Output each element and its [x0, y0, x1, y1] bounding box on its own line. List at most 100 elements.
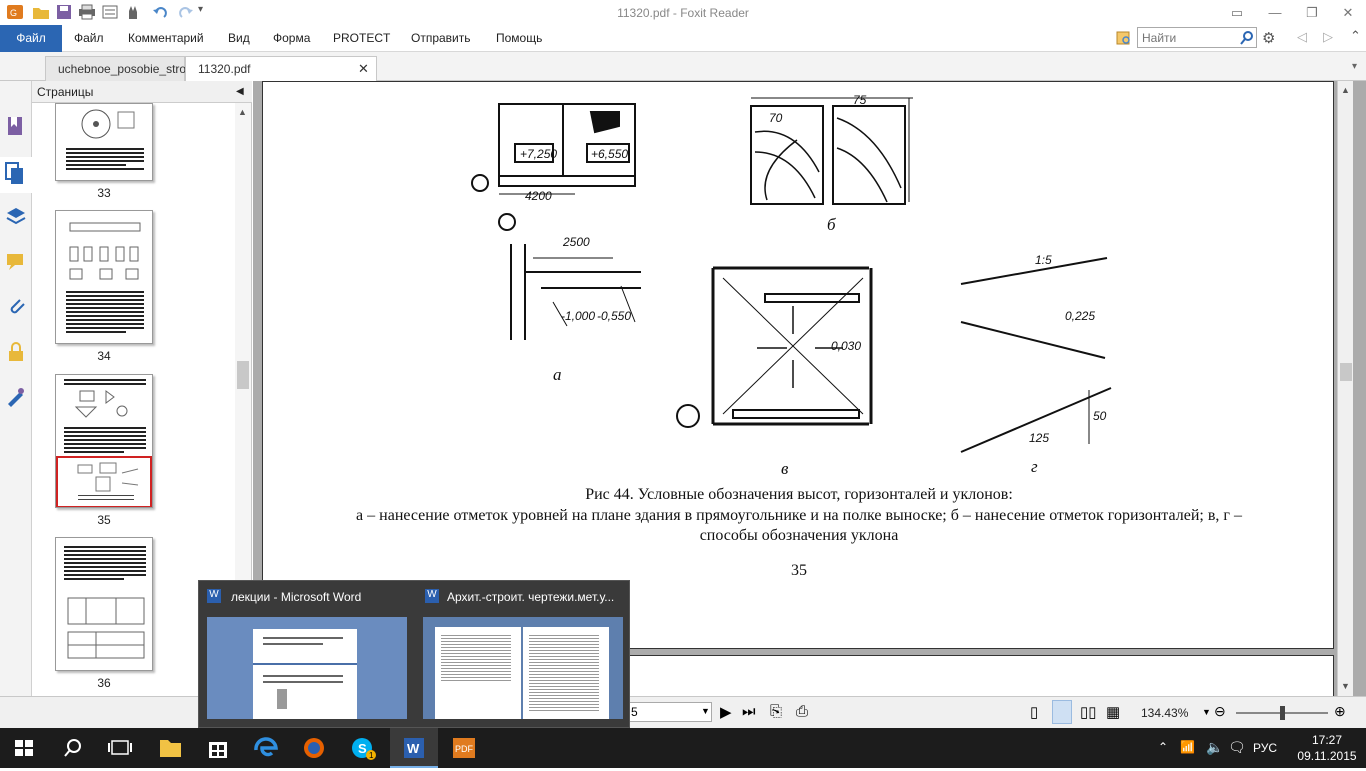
ribbon-toggle-icon[interactable]: ▭ [1217, 0, 1257, 25]
search-box [1137, 27, 1257, 48]
show-hidden-icons-icon[interactable]: ⌃ [1158, 740, 1168, 754]
continuous-page-icon[interactable] [1052, 700, 1072, 724]
notifications-icon[interactable]: 🗨 [1228, 739, 1246, 756]
close-tab-icon[interactable]: ✕ [358, 57, 369, 81]
next-result-icon[interactable]: ▷ [1323, 29, 1333, 45]
page-thumbnail-35[interactable] [55, 374, 153, 508]
document-scrollbar[interactable]: ▲ ▼ [1337, 81, 1353, 696]
continuous-facing-icon[interactable]: ▦ [1106, 703, 1120, 721]
tab-11320-pdf[interactable]: 11320.pdf ✕ [185, 56, 377, 81]
page-number-field[interactable]: 5 ▼ [620, 702, 712, 722]
word-taskbar-icon[interactable]: W [390, 728, 438, 768]
rotate-view-icon[interactable]: ⎙ [796, 703, 808, 720]
page-number: 35 [791, 562, 807, 579]
menu-send[interactable]: Отправить [411, 25, 471, 52]
close-button[interactable]: ✕ [1328, 0, 1366, 25]
zoom-dropdown-icon[interactable]: ▼ [1202, 707, 1211, 717]
language-indicator[interactable]: РУС [1253, 741, 1277, 755]
layers-icon[interactable] [5, 205, 27, 227]
next-page-icon[interactable]: ▶ [720, 703, 732, 721]
pages-panel-icon[interactable] [0, 157, 32, 193]
page-thumbnail-33[interactable] [55, 103, 153, 181]
gear-icon[interactable]: ⚙ [1262, 29, 1282, 47]
comments-icon[interactable] [5, 251, 27, 273]
tab-label: 11320.pdf [198, 62, 251, 76]
mark-7250: +7,250 [520, 147, 557, 161]
skype-icon[interactable]: S1 [338, 728, 386, 768]
page-number-36: 36 [97, 676, 111, 690]
search-icon[interactable] [1239, 30, 1255, 46]
zoom-in-icon[interactable]: ⊕ [1334, 703, 1346, 720]
single-page-icon[interactable]: ▯ [1030, 703, 1038, 721]
zoom-slider[interactable] [1236, 706, 1328, 720]
svg-text:S: S [358, 741, 367, 756]
foxit-taskbar-icon[interactable]: PDF [440, 728, 488, 768]
zoom-out-icon[interactable]: ⊖ [1214, 703, 1226, 720]
preview-thumbnail-drawings[interactable] [423, 617, 623, 719]
collapse-panel-icon[interactable]: ◀ [236, 81, 244, 103]
file-explorer-icon[interactable] [146, 728, 194, 768]
page-number-33: 33 [97, 186, 111, 200]
store-icon[interactable] [194, 728, 242, 768]
figure-caption-title: Рис 44. Условные обозначения высот, гори… [585, 486, 1013, 503]
scroll-thumb[interactable] [237, 361, 249, 389]
edge-icon[interactable] [242, 728, 290, 768]
word-icon: W [207, 589, 221, 603]
figure-label-a: а [553, 365, 562, 384]
dim-4200: 4200 [525, 189, 552, 203]
menu-protect[interactable]: PROTECT [333, 25, 390, 52]
title-bar: G ▾ 11320.pdf - Foxit Reader ▭ — ❐ ✕ [0, 0, 1366, 25]
mark-0030: 0,030 [831, 339, 861, 353]
search-taskbar-icon[interactable] [48, 728, 96, 768]
menu-help[interactable]: Помощь [496, 25, 542, 52]
search-input[interactable] [1142, 30, 1238, 45]
menu-form[interactable]: Форма [273, 25, 310, 52]
collapse-ribbon-icon[interactable]: ⌃ [1350, 28, 1361, 44]
search-options-icon[interactable] [1116, 30, 1132, 46]
facing-pages-icon[interactable]: ▯▯ [1080, 703, 1097, 721]
previous-result-icon[interactable]: ◁ [1297, 29, 1307, 45]
clock-date[interactable]: 09.11.2015 [1294, 749, 1360, 763]
attachments-icon[interactable] [5, 295, 27, 317]
menu-comment[interactable]: Комментарий [128, 25, 204, 52]
figure-caption-body: а – нанесение отметок уровней на плане з… [356, 507, 1242, 544]
signature-icon[interactable] [5, 385, 27, 407]
figure-label-g: г [1031, 457, 1038, 476]
pdf-page: +7,250 +6,550 4200 2500 -1,000 -0,550 0,… [262, 81, 1334, 649]
pages-panel-header: Страницы ◀ [32, 81, 252, 103]
zoom-level[interactable]: 134.43% [1141, 706, 1188, 720]
page-thumbnail-34[interactable] [55, 210, 153, 344]
doc-scroll-thumb[interactable] [1340, 363, 1352, 381]
tab-label: uchebnoe_posobie_stro... [58, 62, 197, 76]
volume-icon[interactable]: 🔈 [1206, 739, 1223, 756]
tab-uchebnoe-posobie[interactable]: uchebnoe_posobie_stro... [45, 56, 196, 81]
restore-button[interactable]: ❐ [1292, 0, 1332, 25]
contour-70: 70 [769, 111, 783, 125]
preview-title-lectures[interactable]: лекции - Microsoft Word [231, 590, 411, 604]
preview-thumbnail-lectures[interactable] [207, 617, 407, 719]
bookmark-icon[interactable] [5, 115, 27, 137]
preview-title-drawings[interactable]: Архит.-строит. чертежи.мет.у... [447, 590, 625, 604]
menu-file[interactable]: Файл [0, 25, 62, 52]
page-extract-icon[interactable]: ⎘ [770, 703, 782, 720]
doc-scroll-up-icon[interactable]: ▲ [1341, 85, 1350, 95]
last-page-icon[interactable]: ⏭ [742, 703, 756, 720]
figure-label-b: б [827, 215, 836, 234]
security-lock-icon[interactable] [5, 341, 27, 363]
task-view-icon[interactable] [96, 728, 144, 768]
doc-scroll-down-icon[interactable]: ▼ [1341, 681, 1350, 691]
page-dropdown-icon[interactable]: ▼ [701, 706, 710, 716]
firefox-icon[interactable] [290, 728, 338, 768]
menu-view[interactable]: Вид [228, 25, 250, 52]
zoom-slider-thumb[interactable] [1280, 706, 1285, 720]
network-icon[interactable]: 📶 [1180, 740, 1195, 754]
scroll-up-icon[interactable]: ▲ [238, 107, 247, 117]
start-button[interactable] [0, 728, 48, 768]
tab-list-icon[interactable]: ▾ [1352, 61, 1357, 72]
word-icon: W [425, 589, 439, 603]
page-thumbnail-36[interactable] [55, 537, 153, 671]
menu-file-2[interactable]: Файл [74, 25, 104, 52]
clock-time[interactable]: 17:27 [1300, 733, 1354, 747]
contour-75: 75 [853, 93, 867, 107]
minimize-button[interactable]: — [1255, 0, 1295, 25]
